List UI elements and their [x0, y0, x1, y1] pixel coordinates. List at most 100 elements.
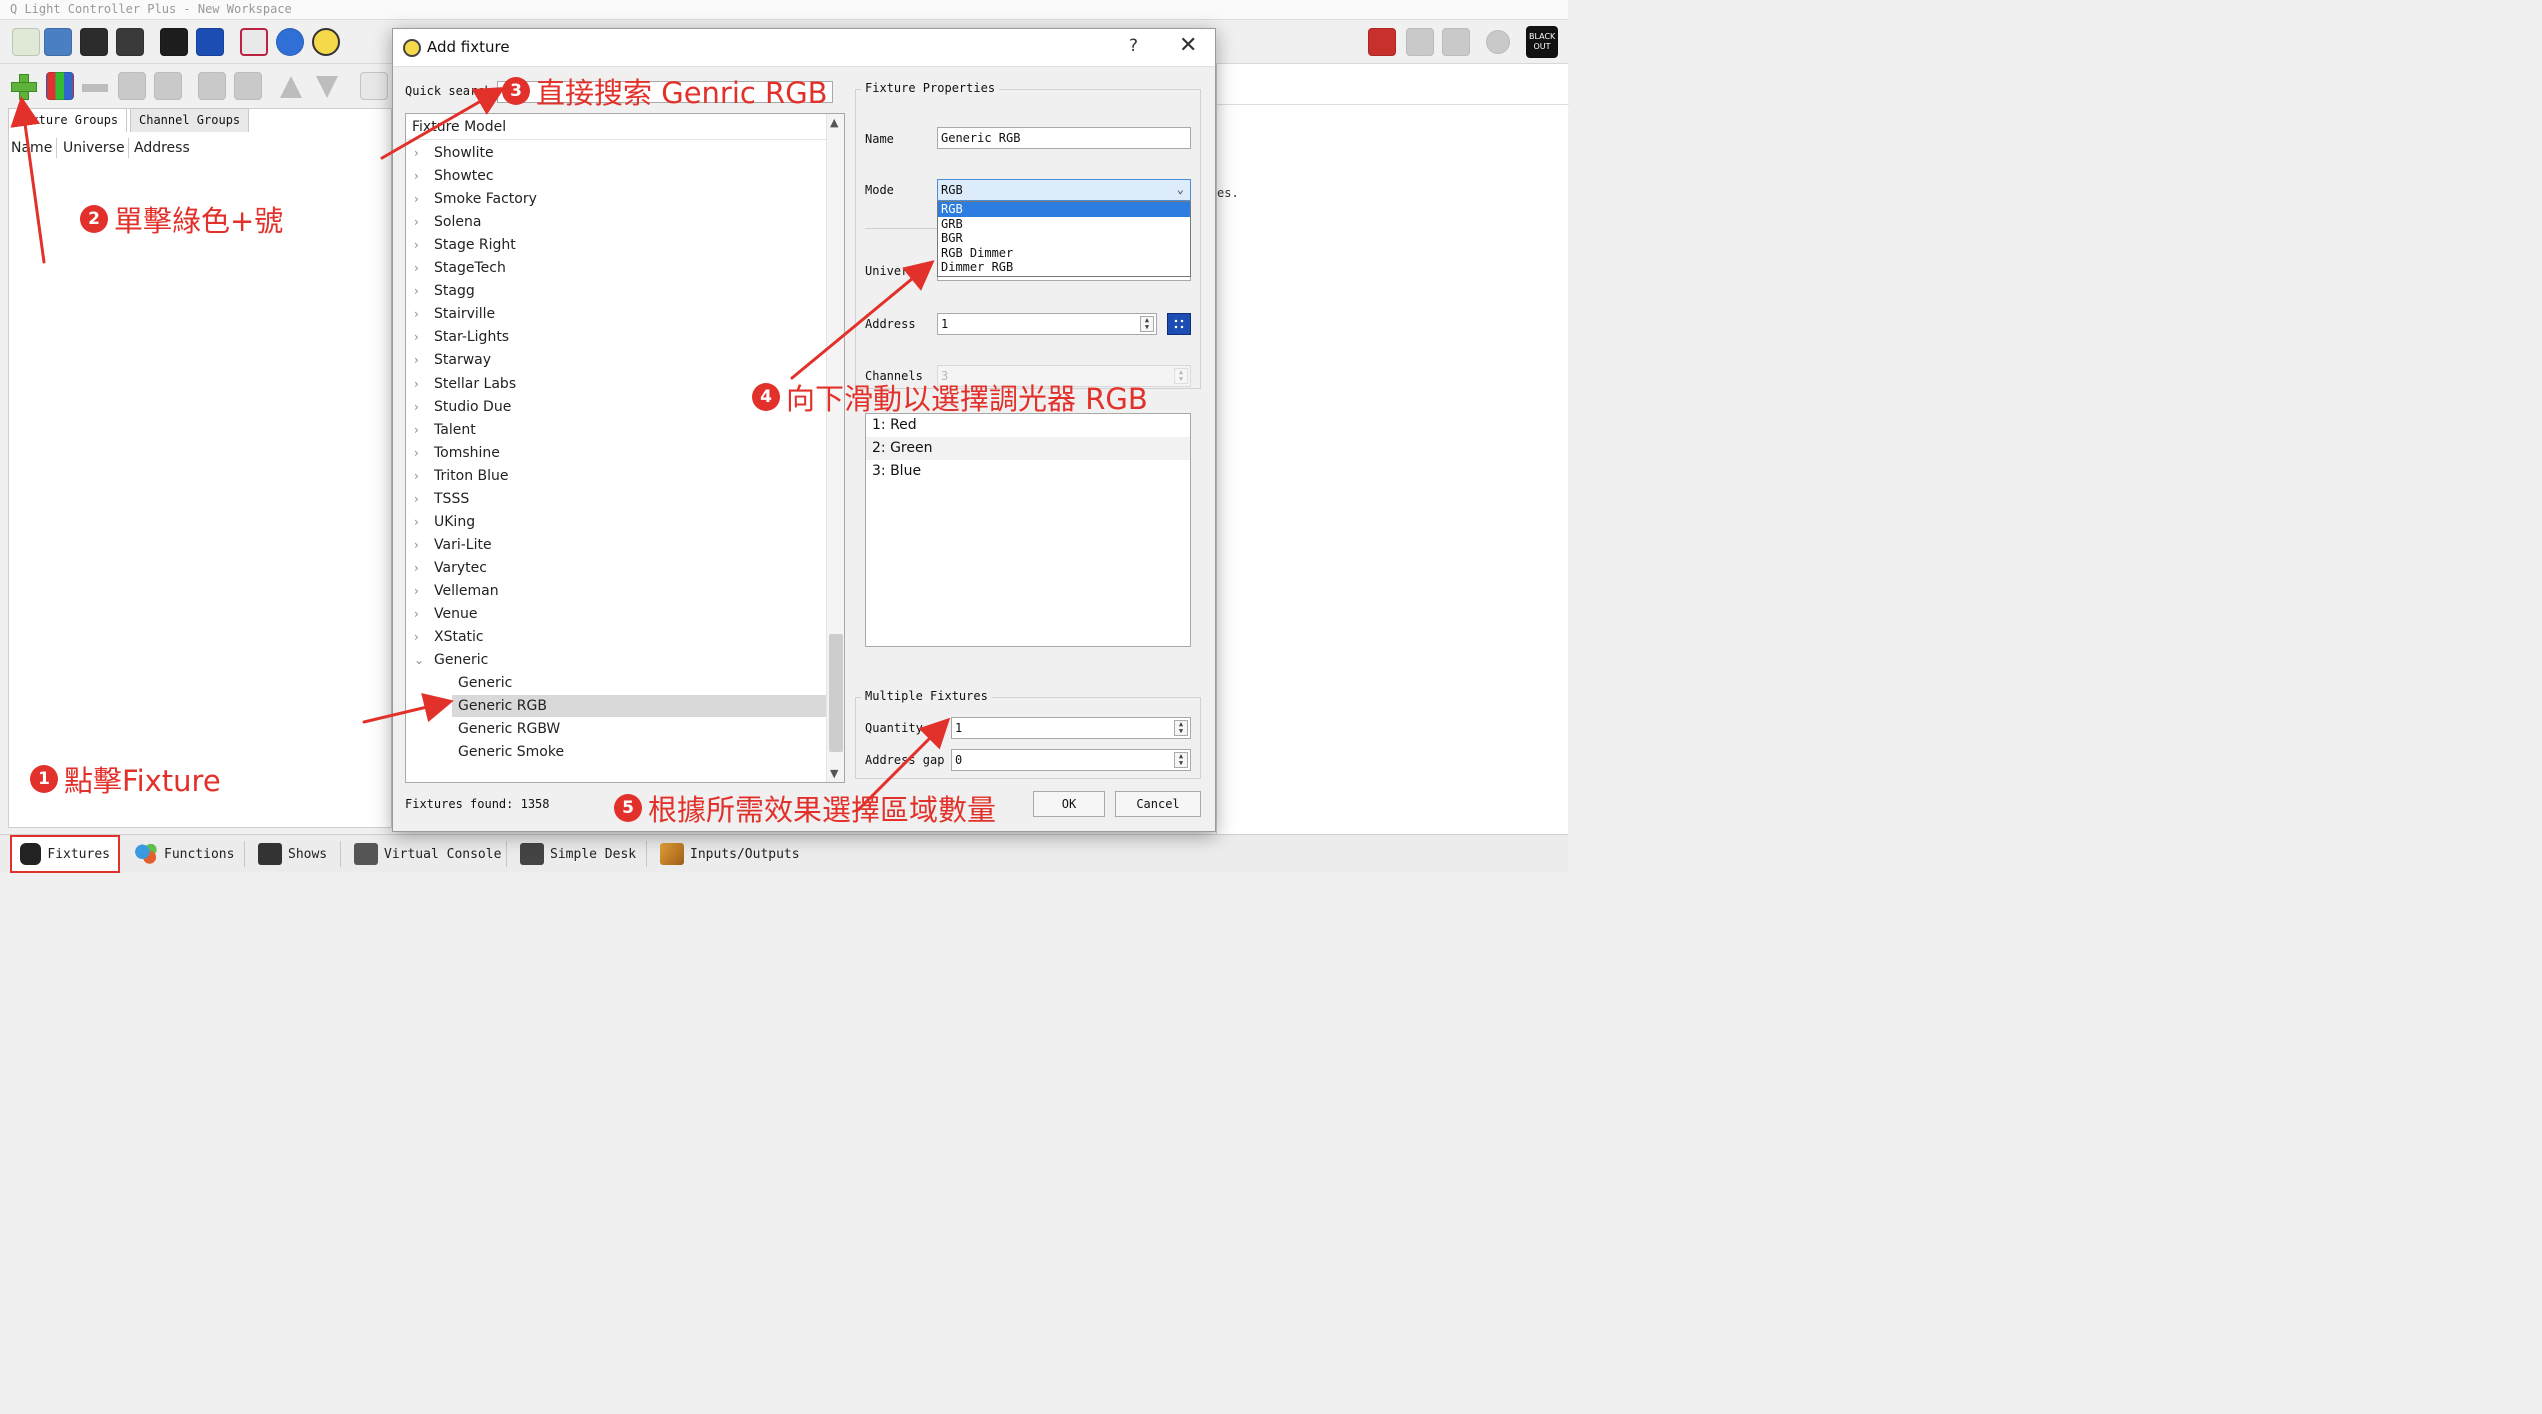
chevron-right-icon[interactable]: ›	[414, 349, 419, 371]
address-spinbox[interactable]: 1 ▲ ▼	[937, 313, 1157, 335]
tree-scrollbar[interactable]: ▲ ▼	[826, 114, 844, 782]
add-fixture-icon[interactable]	[10, 73, 37, 100]
chevron-right-icon[interactable]: ›	[414, 257, 419, 279]
tree-item-manufacturer[interactable]: › Starway	[406, 349, 826, 371]
ok-button[interactable]: OK	[1033, 791, 1105, 817]
save-as-icon[interactable]	[116, 28, 144, 56]
tree-item-model[interactable]: Generic RGBW	[430, 718, 826, 740]
chevron-right-icon[interactable]: ›	[414, 580, 419, 602]
chevron-right-icon[interactable]: ›	[414, 234, 419, 256]
stop-all-icon[interactable]	[1486, 30, 1510, 54]
tree-item-manufacturer[interactable]: › StageTech	[406, 257, 826, 279]
chevron-right-icon[interactable]: ›	[414, 280, 419, 302]
tab-virtual-console[interactable]: Virtual Console	[346, 835, 509, 873]
dmx-address-tool-button[interactable]	[1167, 313, 1191, 335]
spin-arrows-icon[interactable]: ▲ ▼	[1174, 720, 1188, 736]
chevron-right-icon[interactable]: ›	[414, 511, 419, 533]
import-icon[interactable]	[360, 72, 388, 100]
mode-select[interactable]: RGB ⌄	[937, 179, 1191, 201]
spin-arrows-icon[interactable]: ▲ ▼	[1140, 316, 1154, 332]
about-icon[interactable]	[312, 28, 340, 56]
fixture-model-tree[interactable]: Fixture Model › Showlite › Showtec › Smoke Fa…	[405, 113, 845, 783]
tree-item-manufacturer[interactable]: › Stairville	[406, 303, 826, 325]
chevron-right-icon[interactable]: ›	[414, 419, 419, 441]
tree-item-manufacturer[interactable]: › Star-Lights	[406, 326, 826, 348]
chevron-right-icon[interactable]: ›	[414, 396, 419, 418]
tree-item-manufacturer[interactable]: › Solena	[406, 211, 826, 233]
remove-fixture-icon[interactable]	[82, 84, 108, 92]
tree-item-manufacturer[interactable]: › UKing	[406, 511, 826, 533]
move-down-icon[interactable]	[316, 76, 338, 98]
tab-inputs-outputs[interactable]: Inputs/Outputs	[652, 835, 808, 873]
tree-item-manufacturer[interactable]: › Venue	[406, 603, 826, 625]
configure-icon[interactable]	[118, 72, 146, 100]
tree-item-manufacturer[interactable]: › Smoke Factory	[406, 188, 826, 210]
monitor-icon[interactable]	[160, 28, 188, 56]
chevron-right-icon[interactable]: ›	[414, 534, 419, 556]
help-icon[interactable]	[276, 28, 304, 56]
mode-option[interactable]: Dimmer RGB	[938, 260, 1190, 275]
tree-item-manufacturer[interactable]: › Showlite	[406, 142, 826, 164]
mode-option[interactable]: RGB	[938, 202, 1190, 217]
tree-item-manufacturer[interactable]: › Tomshine	[406, 442, 826, 464]
spin-arrows-icon[interactable]: ▲ ▼	[1174, 752, 1188, 768]
chevron-right-icon[interactable]: ›	[414, 326, 419, 348]
group-remove-icon[interactable]	[234, 72, 262, 100]
tree-item-manufacturer[interactable]: › TSSS	[406, 488, 826, 510]
tree-item-model[interactable]: Generic Smoke	[430, 741, 826, 763]
mode-option[interactable]: BGR	[938, 231, 1190, 246]
scrollbar-thumb[interactable]	[829, 634, 843, 752]
column-address[interactable]: Address	[134, 140, 190, 156]
tree-item-manufacturer[interactable]: › Talent	[406, 419, 826, 441]
tab-fixtures[interactable]: Fixtures	[10, 835, 120, 873]
fullscreen-icon[interactable]	[240, 28, 268, 56]
chevron-down-icon[interactable]: ⌄	[414, 649, 424, 671]
chevron-right-icon[interactable]: ›	[414, 465, 419, 487]
tab-fixture-groups[interactable]: Fixture Groups	[8, 108, 128, 132]
chevron-right-icon[interactable]: ›	[414, 373, 419, 395]
tab-channel-groups[interactable]: Channel Groups	[130, 108, 250, 132]
chevron-right-icon[interactable]: ›	[414, 211, 419, 233]
chevron-right-icon[interactable]: ›	[414, 165, 419, 187]
group-icon[interactable]	[198, 72, 226, 100]
tab-simple-desk[interactable]: Simple Desk	[512, 835, 644, 873]
quantity-spinbox[interactable]: 1 ▲ ▼	[951, 717, 1191, 739]
move-up-icon[interactable]	[280, 76, 302, 98]
tree-item-manufacturer[interactable]: ⌄ Generic	[406, 649, 826, 671]
mode-option[interactable]: RGB Dimmer	[938, 246, 1190, 261]
save-icon[interactable]	[80, 28, 108, 56]
tree-item-model[interactable]: Generic RGB	[452, 695, 826, 718]
tab-functions[interactable]: Functions	[126, 835, 242, 873]
tree-item-manufacturer[interactable]: › Varytec	[406, 557, 826, 579]
tree-item-manufacturer[interactable]: › Stage Right	[406, 234, 826, 256]
tree-item-manufacturer[interactable]: › Showtec	[406, 165, 826, 187]
chevron-right-icon[interactable]: ›	[414, 188, 419, 210]
tree-item-manufacturer[interactable]: › Velleman	[406, 580, 826, 602]
tab-shows[interactable]: Shows	[250, 835, 335, 873]
chevron-right-icon[interactable]: ›	[414, 557, 419, 579]
column-universe[interactable]: Universe	[63, 140, 125, 156]
address-gap-spinbox[interactable]: 0 ▲ ▼	[951, 749, 1191, 771]
open-icon[interactable]	[44, 28, 72, 56]
add-rgb-panel-icon[interactable]	[46, 72, 74, 100]
chevron-right-icon[interactable]: ›	[414, 303, 419, 325]
tree-item-model[interactable]: Generic	[430, 672, 826, 694]
cancel-button[interactable]: Cancel	[1115, 791, 1201, 817]
edit-icon[interactable]	[1406, 28, 1434, 56]
tree-item-manufacturer[interactable]: › XStatic	[406, 626, 826, 648]
fade-icon[interactable]	[154, 72, 182, 100]
close-button[interactable]: ✕	[1179, 33, 1197, 58]
column-name[interactable]: Name	[11, 140, 52, 156]
chevron-right-icon[interactable]: ›	[414, 142, 419, 164]
dmx-address-icon[interactable]	[196, 28, 224, 56]
scroll-up-icon[interactable]: ▲	[830, 116, 838, 129]
chevron-right-icon[interactable]: ›	[414, 442, 419, 464]
chevron-right-icon[interactable]: ›	[414, 603, 419, 625]
chevron-right-icon[interactable]: ›	[414, 626, 419, 648]
new-workspace-icon[interactable]	[12, 28, 40, 56]
scroll-down-icon[interactable]: ▼	[830, 767, 838, 780]
operate-icon[interactable]	[1442, 28, 1470, 56]
mode-toggle-icon[interactable]	[1368, 28, 1396, 56]
tree-item-manufacturer[interactable]: › Triton Blue	[406, 465, 826, 487]
name-field[interactable]: Generic RGB	[937, 127, 1191, 149]
